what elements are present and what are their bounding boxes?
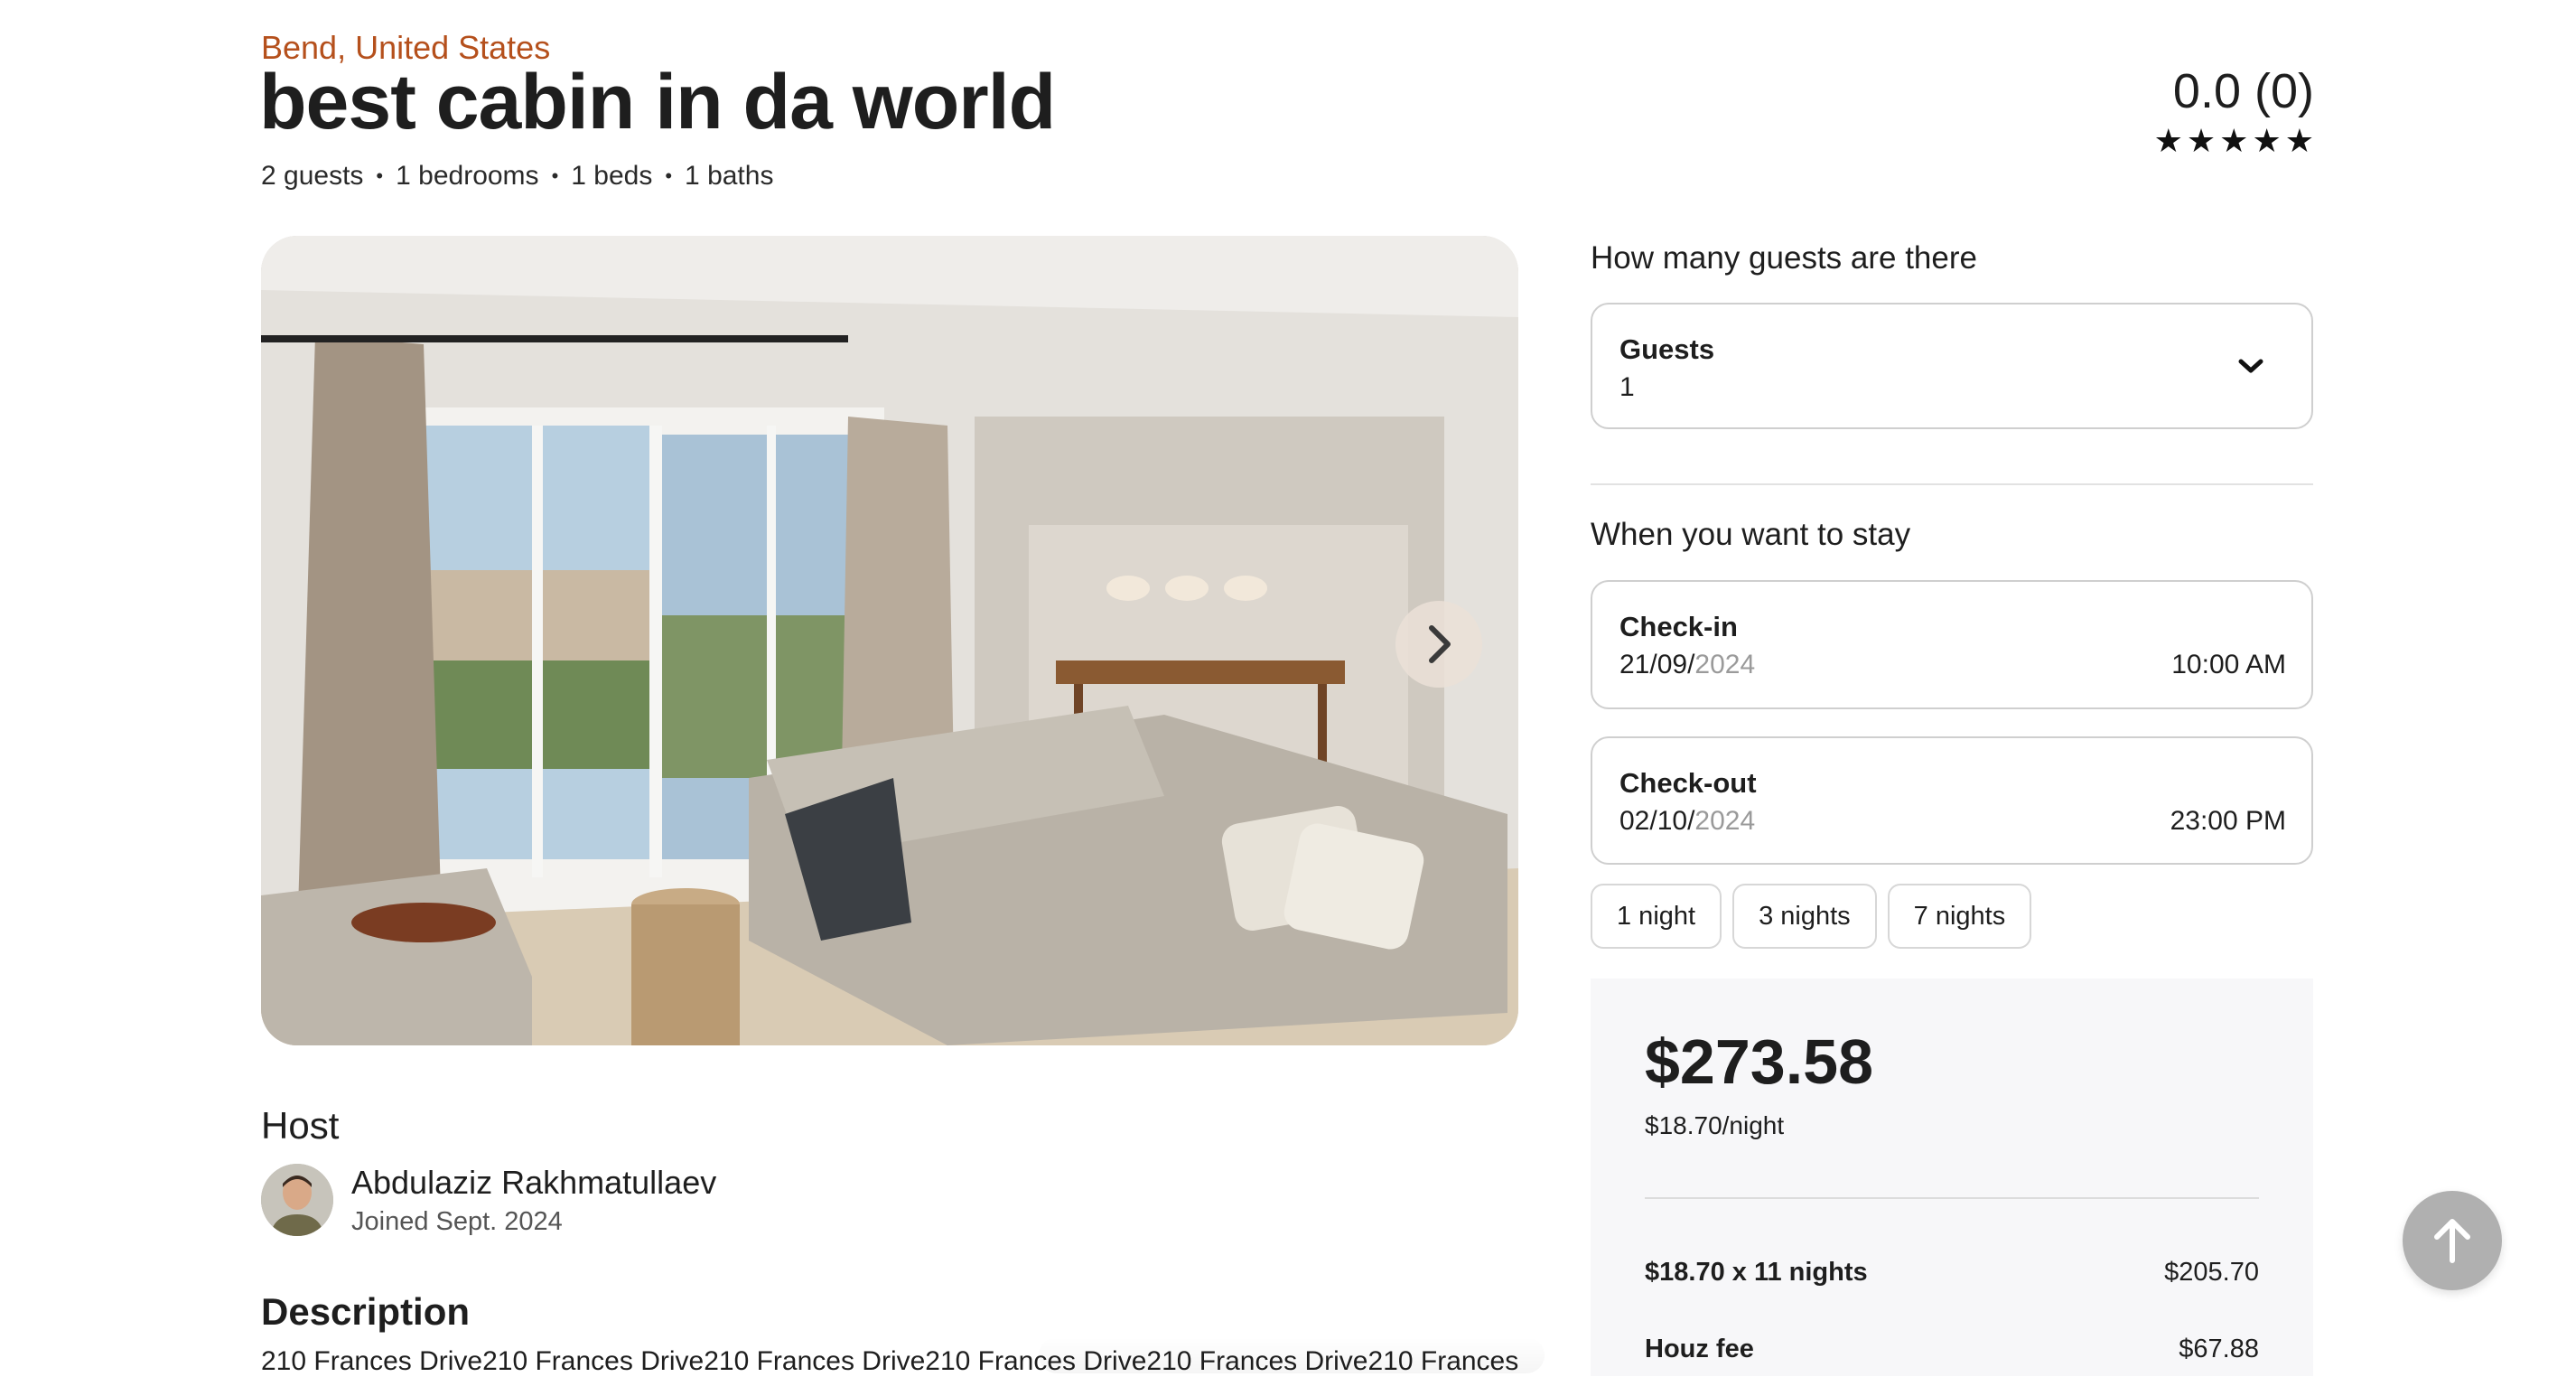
arrow-up-icon <box>2434 1219 2470 1263</box>
chevron-right-icon <box>1429 625 1451 663</box>
price-line-fee-label: Houz fee <box>1645 1335 1754 1363</box>
chip-7-nights[interactable]: 7 nights <box>1887 884 2032 949</box>
listing-photo <box>261 236 1518 1045</box>
separator-dot: • <box>551 164 559 187</box>
rating-score: 0.0 (0) <box>2172 64 2314 118</box>
host-heading: Host <box>261 1104 340 1147</box>
price-per-night: $18.70/night <box>1645 1111 1785 1139</box>
listing-facts: 2 guests • 1 bedrooms • 1 beds • 1 baths <box>261 161 773 192</box>
checkin-date[interactable]: 21/09/2024 <box>1619 650 1755 680</box>
star-icon: ★ <box>2219 122 2249 159</box>
scroll-to-top-button[interactable] <box>2403 1191 2502 1290</box>
star-icon: ★ <box>2252 122 2282 159</box>
star-icon: ★ <box>2153 122 2183 159</box>
price-line-nights-value: $205.70 <box>2164 1258 2259 1287</box>
star-icon: ★ <box>2284 122 2314 159</box>
rating-stars: ★ ★ ★ ★ ★ <box>2079 125 2314 157</box>
separator-dot: • <box>376 164 384 187</box>
star-icon: ★ <box>2186 122 2217 159</box>
avatar-image <box>261 1164 333 1236</box>
checkout-field[interactable]: Check-out 02/10/2024 23:00 PM <box>1591 736 2313 865</box>
section-divider <box>1591 483 2313 485</box>
guests-heading: How many guests are there <box>1591 240 1977 276</box>
separator-dot: • <box>665 164 673 187</box>
fact-bedrooms: 1 bedrooms <box>396 161 539 191</box>
checkout-time[interactable]: 23:00 PM <box>2170 806 2286 837</box>
host-name[interactable]: Abdulaziz Rakhmatullaev <box>351 1164 716 1202</box>
checkin-label: Check-in <box>1619 611 1738 642</box>
checkin-field[interactable]: Check-in 21/09/2024 10:00 AM <box>1591 580 2313 709</box>
description-heading: Description <box>261 1290 471 1333</box>
chip-3-nights[interactable]: 3 nights <box>1732 884 1877 949</box>
price-line-nights-label: $18.70 x 11 nights <box>1645 1258 1868 1287</box>
guests-value: 1 <box>1619 372 1635 402</box>
chevron-down-icon <box>2238 359 2263 373</box>
fact-guests: 2 guests <box>261 161 364 191</box>
quick-nights: 1 night 3 nights 7 nights <box>1591 884 2032 949</box>
checkin-date-year: 2024 <box>1694 650 1756 679</box>
price-total: $273.58 <box>1645 1026 1874 1097</box>
chip-1-night[interactable]: 1 night <box>1591 884 1722 949</box>
guests-label: Guests <box>1619 333 1715 365</box>
rating-summary: 0.0 (0) ★ ★ ★ ★ ★ <box>2079 67 2314 157</box>
checkin-time[interactable]: 10:00 AM <box>2171 650 2286 680</box>
guests-select[interactable]: Guests 1 <box>1591 303 2313 429</box>
fact-baths: 1 baths <box>685 161 774 191</box>
price-divider <box>1645 1197 2259 1199</box>
price-line-fee-value: $67.88 <box>2179 1335 2259 1363</box>
listing-title: best cabin in da world <box>259 59 1056 145</box>
checkout-date-day-month: 02/10/ <box>1619 806 1695 836</box>
checkin-date-day-month: 21/09/ <box>1619 650 1695 679</box>
checkout-label: Check-out <box>1619 767 1757 799</box>
checkout-date[interactable]: 02/10/2024 <box>1619 806 1755 837</box>
photo-next-button[interactable] <box>1395 601 1482 688</box>
host-avatar[interactable] <box>261 1164 333 1236</box>
scroll-fade <box>1039 1337 1545 1373</box>
fact-beds: 1 beds <box>571 161 653 191</box>
checkout-date-year: 2024 <box>1694 806 1756 836</box>
stay-heading: When you want to stay <box>1591 517 1911 552</box>
host-joined-date: Joined Sept. 2024 <box>351 1207 563 1236</box>
